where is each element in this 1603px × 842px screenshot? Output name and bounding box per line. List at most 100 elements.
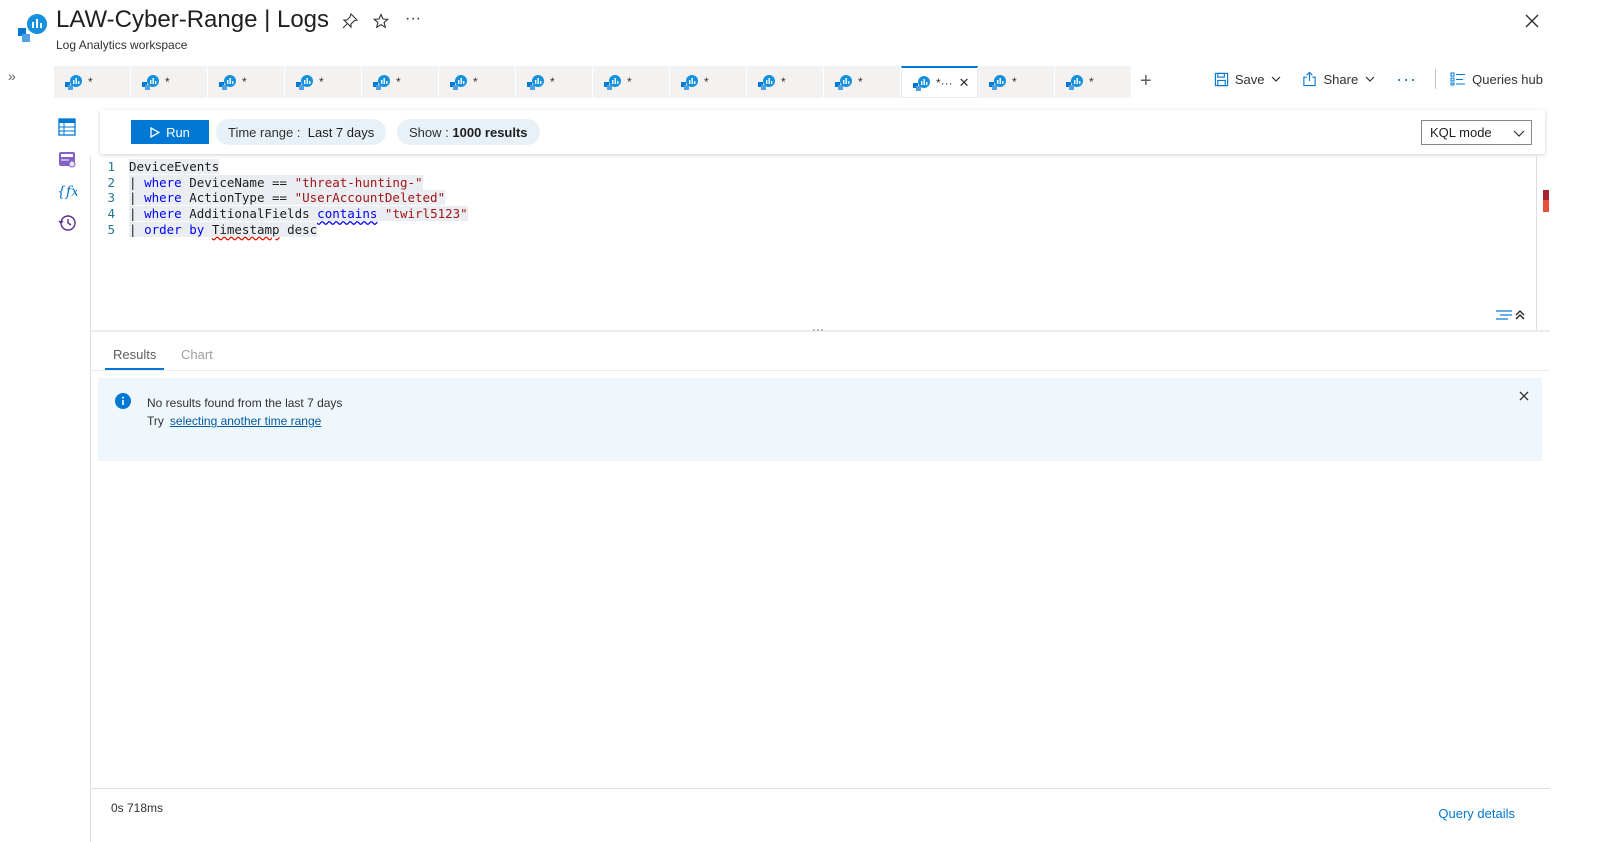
result-limit-picker[interactable]: Show : 1000 results xyxy=(397,119,540,145)
code-token: contains xyxy=(317,206,378,222)
code-token: DeviceEvents xyxy=(129,159,220,174)
query-tab[interactable]: * xyxy=(131,66,208,98)
log-analytics-icon xyxy=(758,75,775,90)
code-token: | xyxy=(129,174,145,190)
line-number: 3 xyxy=(107,190,115,206)
star-icon[interactable] xyxy=(370,10,392,32)
query-editor[interactable]: 1 DeviceEvents 2 | where DeviceName == "thr… xyxy=(91,156,1550,330)
tab-label: * xyxy=(165,75,170,89)
show-value: 1000 results xyxy=(452,124,528,140)
tab-label: * xyxy=(473,75,478,89)
tab-label: * xyxy=(550,75,555,89)
functions-icon[interactable]: {fx} xyxy=(56,180,78,202)
run-label: Run xyxy=(166,124,190,140)
query-tab[interactable]: * xyxy=(362,66,439,98)
svg-text:{fx}: {fx} xyxy=(57,184,77,200)
query-tab[interactable]: * xyxy=(285,66,362,98)
log-analytics-icon xyxy=(681,75,698,90)
code-token: DeviceName == xyxy=(181,174,295,190)
message-suggestion: Try selecting another time range xyxy=(147,414,321,428)
code-token: AdditionalFields xyxy=(181,206,318,222)
change-time-range-link[interactable]: selecting another time range xyxy=(170,414,321,428)
query-tab[interactable]: * xyxy=(1055,66,1132,98)
query-tab[interactable]: * xyxy=(439,66,516,98)
error-marker xyxy=(1543,190,1549,200)
tab-chart[interactable]: Chart xyxy=(181,347,213,362)
save-button[interactable]: Save xyxy=(1214,72,1283,87)
add-tab-button[interactable]: + xyxy=(1140,70,1152,93)
log-analytics-icon xyxy=(527,75,544,90)
query-tab[interactable]: * xyxy=(54,66,131,98)
tables-icon[interactable] xyxy=(56,116,78,138)
splitter-handle[interactable]: ··· xyxy=(812,322,824,336)
log-analytics-icon xyxy=(913,75,930,91)
code-token: "twirl5123" xyxy=(384,206,468,222)
code-line[interactable]: 2 | where DeviceName == "threat-hunting-" xyxy=(91,174,423,191)
log-analytics-icon xyxy=(835,75,852,90)
query-duration: 0s 718ms xyxy=(111,801,164,815)
tab-label: * xyxy=(1012,75,1017,89)
log-analytics-icon xyxy=(296,75,313,90)
more-actions-button[interactable]: ··· xyxy=(1396,69,1417,90)
share-button[interactable]: Share xyxy=(1302,71,1376,87)
query-tab[interactable]: *··· ✕ xyxy=(901,66,978,98)
code-token: ActionType == xyxy=(181,190,295,206)
time-range-picker[interactable]: Time range : Last 7 days xyxy=(216,119,387,145)
save-icon xyxy=(1214,72,1228,86)
query-toolbar: Run Time range : Last 7 days Show : 1000… xyxy=(100,110,1545,154)
play-icon xyxy=(150,126,161,138)
run-button[interactable]: Run xyxy=(131,120,209,144)
code-line[interactable]: 3 | where ActionType == "UserAccountDelet… xyxy=(91,190,446,206)
code-token: where xyxy=(144,174,182,190)
dismiss-icon[interactable] xyxy=(1518,390,1530,402)
history-icon[interactable] xyxy=(56,212,78,234)
query-tab[interactable]: * xyxy=(747,66,824,98)
log-analytics-icon xyxy=(450,75,467,90)
log-analytics-icon xyxy=(219,75,236,90)
log-analytics-icon xyxy=(989,75,1006,90)
queries-hub-button[interactable]: Queries hub xyxy=(1450,72,1543,87)
expand-sidebar-icon[interactable]: » xyxy=(8,68,16,84)
kql-mode-dropdown[interactable]: KQL mode xyxy=(1421,120,1532,145)
query-tab[interactable]: * xyxy=(670,66,747,98)
code-token: where xyxy=(144,190,182,206)
code-token: | xyxy=(129,206,145,222)
tab-label: * xyxy=(627,75,632,89)
query-tab[interactable]: * xyxy=(593,66,670,98)
query-details-link[interactable]: Query details xyxy=(1438,806,1515,821)
close-icon[interactable] xyxy=(1521,10,1543,32)
chevron-down-icon xyxy=(1272,76,1281,82)
no-results-message: No results found from the last 7 days Tr… xyxy=(98,378,1542,461)
queries-hub-label: Queries hub xyxy=(1472,71,1543,87)
toolbar: Save Share ··· Queries hub xyxy=(1194,68,1543,90)
code-line[interactable]: 5 | order by Timestamp desc xyxy=(91,221,318,238)
tab-results[interactable]: Results xyxy=(105,347,165,370)
toolbar-divider xyxy=(1435,69,1437,89)
pin-icon[interactable] xyxy=(339,10,361,32)
tab-label: * xyxy=(396,75,401,89)
line-number: 1 xyxy=(107,159,115,174)
query-tab[interactable]: * xyxy=(978,66,1055,98)
line-number: 5 xyxy=(107,221,115,237)
query-tabs: * * * * * * * * * * * *··· ✕ * * xyxy=(54,66,1132,98)
chevron-down-icon xyxy=(1513,130,1525,137)
more-options-icon[interactable]: ··· xyxy=(402,8,424,30)
query-tab[interactable]: * xyxy=(208,66,285,98)
query-tab[interactable]: * xyxy=(824,66,901,98)
show-prefix: Show : xyxy=(409,124,449,140)
code-line[interactable]: 4 | where AdditionalFields contains "twir… xyxy=(91,206,468,222)
query-tab[interactable]: * xyxy=(516,66,593,98)
tab-label: * xyxy=(88,75,93,89)
editor-scrollbar[interactable] xyxy=(1536,156,1549,330)
format-collapse-icon[interactable] xyxy=(1494,308,1530,322)
code-token: where xyxy=(144,206,182,222)
code-token: desc xyxy=(279,221,318,237)
tab-label: * xyxy=(781,75,786,89)
close-tab-icon[interactable]: ✕ xyxy=(959,75,970,91)
queries-icon[interactable] xyxy=(56,148,78,170)
log-analytics-icon xyxy=(373,75,390,90)
code-line[interactable]: 1 DeviceEvents xyxy=(91,159,220,175)
code-text: | where ActionType == "UserAccountDelete… xyxy=(129,190,446,206)
tab-label: * xyxy=(704,75,709,89)
